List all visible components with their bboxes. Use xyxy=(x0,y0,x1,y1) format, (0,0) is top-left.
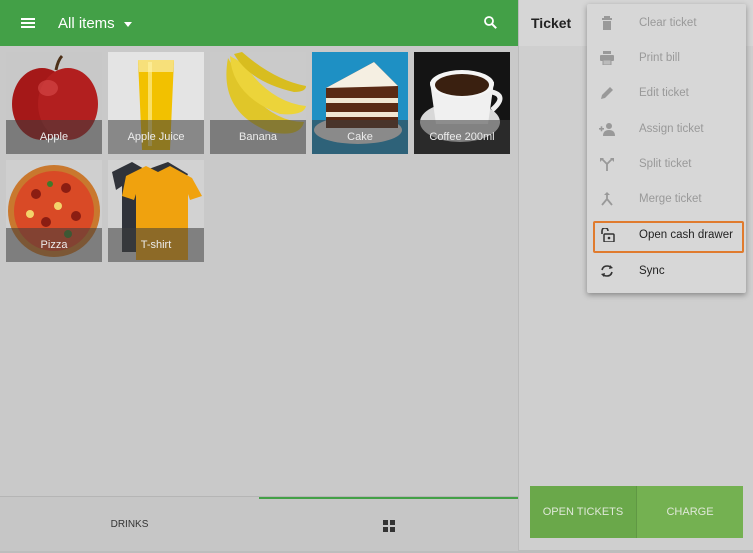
item-label: Banana xyxy=(210,120,306,154)
search-icon[interactable] xyxy=(484,16,497,29)
open-tickets-button[interactable]: OPEN TICKETS xyxy=(530,486,636,538)
menu-item-label: Merge ticket xyxy=(639,193,702,205)
open-cash-drawer-highlight xyxy=(593,221,744,253)
menu-item-clear-ticket[interactable]: Clear ticket xyxy=(587,6,746,40)
menu-item-split-ticket[interactable]: Split ticket xyxy=(587,147,746,181)
menu-item-label: Assign ticket xyxy=(639,123,704,135)
app-bar: All items xyxy=(0,0,518,46)
pencil-icon xyxy=(601,87,613,99)
item-label: Apple Juice xyxy=(108,120,204,154)
split-icon xyxy=(600,158,614,171)
menu-item-label: Edit ticket xyxy=(639,87,689,99)
item-label: Pizza xyxy=(6,228,102,262)
item-label: Cake xyxy=(312,120,408,154)
item-label: T-shirt xyxy=(108,228,204,262)
grid-icon xyxy=(382,520,395,532)
menu-item-sync[interactable]: Sync xyxy=(587,254,746,288)
item-tile-apple[interactable]: Apple xyxy=(6,52,102,154)
menu-item-label: Clear ticket xyxy=(639,17,697,29)
item-tile-tshirt[interactable]: T-shirt xyxy=(108,160,204,262)
menu-item-label: Sync xyxy=(639,265,665,277)
printer-icon xyxy=(600,51,614,65)
trash-icon xyxy=(602,16,612,30)
merge-icon xyxy=(601,192,613,206)
page-title: All items xyxy=(58,14,115,32)
menu-item-label: Split ticket xyxy=(639,158,692,170)
item-tile-coffee[interactable]: Coffee 200ml xyxy=(414,52,510,154)
charge-button[interactable]: CHARGE xyxy=(636,486,743,538)
item-tile-apple-juice[interactable]: Apple Juice xyxy=(108,52,204,154)
menu-item-label: Print bill xyxy=(639,52,680,64)
item-label: Coffee 200ml xyxy=(414,120,510,154)
item-tile-banana[interactable]: Banana xyxy=(210,52,306,154)
menu-item-assign-ticket[interactable]: Assign ticket xyxy=(587,112,746,146)
menu-item-merge-ticket[interactable]: Merge ticket xyxy=(587,182,746,216)
items-panel: All items Apple Apple Juice Banana Cake … xyxy=(0,0,518,551)
menu-item-edit-ticket[interactable]: Edit ticket xyxy=(587,76,746,110)
ticket-title: Ticket xyxy=(531,15,572,31)
tab-drinks[interactable]: DRINKS xyxy=(0,497,259,551)
hamburger-menu-icon[interactable] xyxy=(21,18,35,28)
bottom-tabs: DRINKS xyxy=(0,496,518,551)
tab-all-items-grid[interactable] xyxy=(259,497,518,553)
assign-user-icon xyxy=(599,123,615,136)
sync-icon xyxy=(601,265,613,277)
category-selector[interactable]: All items xyxy=(58,15,132,32)
item-tile-cake[interactable]: Cake xyxy=(312,52,408,154)
item-tile-pizza[interactable]: Pizza xyxy=(6,160,102,262)
caret-down-icon xyxy=(123,21,132,27)
item-label: Apple xyxy=(6,120,102,154)
menu-item-print-bill[interactable]: Print bill xyxy=(587,41,746,75)
